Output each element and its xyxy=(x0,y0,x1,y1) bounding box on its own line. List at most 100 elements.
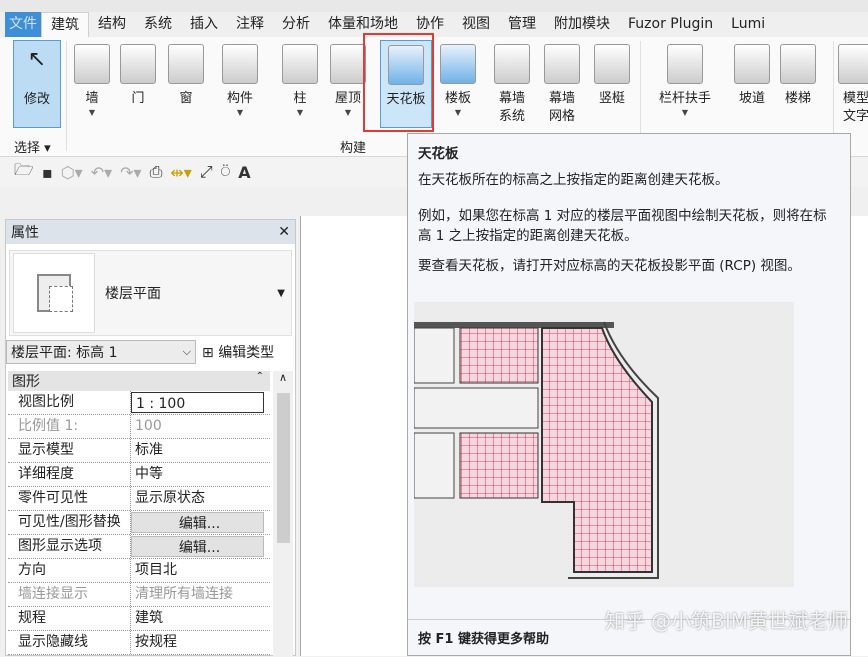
properties-grid: 图形 ⌃ 视图比例 1 : 100 比例值 1: 100 显示模型 标准 详细程度 中等 零件可见… xyxy=(8,371,270,655)
property-name: 可见性/图形替换 xyxy=(8,511,131,534)
ribbon-tab[interactable]: Fuzor Plugin xyxy=(619,12,722,37)
property-value[interactable]: 按规程 xyxy=(131,631,270,654)
type-selector[interactable]: 楼层平面 ▼ xyxy=(9,250,292,336)
modify-button[interactable]: ↖ 修改 xyxy=(13,40,61,128)
undo-icon[interactable]: ↶▾ xyxy=(91,163,112,182)
scroll-thumb[interactable] xyxy=(277,393,290,543)
property-row: 视图比例 1 : 100 xyxy=(8,391,270,415)
redo-icon[interactable]: ↷▾ xyxy=(120,163,141,182)
tool-icon xyxy=(667,44,703,84)
type-name: 楼层平面 xyxy=(105,286,161,302)
tool-button[interactable]: 墙 ▼ xyxy=(70,40,114,130)
tool-label: 楼板 xyxy=(444,91,471,106)
title-bar xyxy=(0,0,868,12)
property-row: 墙连接显示 清理所有墙连接 xyxy=(8,583,270,607)
properties-panel: 属性 ✕ 楼层平面 ▼ 楼层平面: 标高 1 ⌵ ⊞ 编辑类型 图形 ⌃ 视图比例 1… xyxy=(5,219,296,657)
highlight-box xyxy=(363,33,434,132)
tool-button[interactable]: 幕墙 网格 xyxy=(540,40,584,130)
tool-label: 柱 xyxy=(293,91,307,106)
dropdown-arrow-icon: ▼ xyxy=(454,108,462,117)
watermark: 知乎 @小筑BIM黄世斌老师 xyxy=(604,609,848,633)
measure-icon[interactable]: ⇹▾ xyxy=(170,163,191,182)
property-name: 墙连接显示 xyxy=(8,583,131,606)
tool-label: 模型 文字 xyxy=(842,91,868,124)
instance-filter-value: 楼层平面: 标高 1 xyxy=(11,345,118,361)
tool-button[interactable]: 门 xyxy=(116,40,160,130)
ribbon-tab[interactable]: 管理 xyxy=(499,12,545,37)
properties-title: 属性 xyxy=(11,225,39,241)
property-value: 清理所有墙连接 xyxy=(135,586,233,602)
ribbon-tab[interactable]: Lumi xyxy=(722,12,774,37)
tool-label: 构件 xyxy=(226,91,253,106)
ribbon-tab[interactable]: 注释 xyxy=(227,12,273,37)
ribbon-tab[interactable]: 建筑 xyxy=(41,12,89,37)
property-name: 视图比例 xyxy=(8,391,131,414)
open-icon[interactable]: 🗁 xyxy=(14,159,34,186)
tool-button[interactable]: 楼板 ▼ xyxy=(436,40,480,130)
edit-type-button[interactable]: ⊞ 编辑类型 xyxy=(202,342,274,362)
tooltip-title: 天花板 xyxy=(418,146,459,162)
dropdown-arrow-icon: ▼ xyxy=(296,108,304,117)
tool-icon xyxy=(120,44,156,84)
ribbon-tab[interactable]: 附加模块 xyxy=(545,12,619,37)
edit-button[interactable]: 编辑... xyxy=(131,512,264,533)
tag-icon[interactable]: ⍥ xyxy=(221,162,231,182)
tool-button[interactable]: 坡道 xyxy=(730,40,774,130)
tool-button[interactable]: 窗 xyxy=(164,40,208,130)
instance-filter-select[interactable]: 楼层平面: 标高 1 ⌵ xyxy=(6,340,196,364)
dropdown-arrow-icon: ▼ xyxy=(236,108,244,117)
property-name: 显示模型 xyxy=(8,439,131,462)
edit-type-icon: ⊞ xyxy=(202,345,214,361)
print-icon[interactable]: ⎙ xyxy=(150,162,163,182)
ribbon-tab[interactable]: 视图 xyxy=(453,12,499,37)
group-header[interactable]: 图形 ⌃ xyxy=(8,371,270,391)
tool-button[interactable]: 模型 文字 xyxy=(834,40,868,130)
tool-button[interactable]: 构件 ▼ xyxy=(218,40,262,130)
property-value[interactable]: 显示原状态 xyxy=(131,487,270,510)
chevron-down-icon: ⌵ xyxy=(182,345,191,358)
text-icon[interactable]: A xyxy=(238,163,250,182)
close-icon[interactable]: ✕ xyxy=(278,224,290,240)
tool-button[interactable]: 柱 ▼ xyxy=(278,40,322,130)
ribbon-tab[interactable]: 系统 xyxy=(135,12,181,37)
edit-button[interactable]: 编辑... xyxy=(131,536,264,557)
tooltip-description: 在天花板所在的标高之上按指定的距离创建天花板。 xyxy=(418,172,729,188)
tool-label: 墙 xyxy=(85,91,99,106)
ribbon-tab[interactable]: 结构 xyxy=(89,12,135,37)
group-label: 图形 xyxy=(12,374,40,390)
scrollbar[interactable]: ∧ xyxy=(273,371,293,657)
property-row: 方向 项目北 xyxy=(8,559,270,583)
ceiling-illustration xyxy=(413,302,794,587)
sync-icon[interactable]: ⬡▾ xyxy=(61,163,83,182)
tool-button[interactable]: 栏杆扶手 ▼ xyxy=(650,40,720,130)
tool-button[interactable]: 竖梃 xyxy=(590,40,634,130)
tool-button[interactable]: 幕墙 系统 xyxy=(490,40,534,130)
ribbon-tab[interactable]: 分析 xyxy=(273,12,319,37)
panel-select-label[interactable]: 选择 ▾ xyxy=(14,137,51,156)
tool-label: 竖梃 xyxy=(598,91,625,106)
properties-header: 属性 ✕ xyxy=(6,220,295,244)
property-value[interactable]: 标准 xyxy=(131,439,270,462)
tool-label: 坡道 xyxy=(738,91,765,106)
property-row: 可见性/图形替换 编辑... xyxy=(8,511,270,535)
tool-button[interactable]: 楼梯 xyxy=(776,40,820,130)
tool-icon xyxy=(838,44,868,84)
property-row: 规程 建筑 xyxy=(8,607,270,631)
scroll-up-icon[interactable]: ∧ xyxy=(273,371,293,384)
ribbon-tab[interactable]: 文件 xyxy=(5,12,41,37)
property-value[interactable]: 建筑 xyxy=(131,607,270,630)
property-value[interactable]: 1 : 100 xyxy=(131,392,264,413)
property-name: 方向 xyxy=(8,559,131,582)
tool-label: 窗 xyxy=(179,91,193,106)
property-value[interactable]: 项目北 xyxy=(131,559,270,582)
tooltip: 天花板 在天花板所在的标高之上按指定的距离创建天花板。 例如，如果您在标高 1 … xyxy=(407,133,851,656)
property-name: 显示隐藏线 xyxy=(8,631,131,654)
property-row: 图形显示选项 编辑... xyxy=(8,535,270,559)
property-value[interactable]: 中等 xyxy=(131,463,270,486)
ribbon-tab[interactable]: 插入 xyxy=(181,12,227,37)
save-icon[interactable]: ▪ xyxy=(42,163,53,182)
collapse-icon[interactable]: ⌃ xyxy=(256,371,264,391)
tool-label: 门 xyxy=(131,91,145,106)
tool-icon xyxy=(74,44,110,84)
dimension-icon[interactable]: ⤢ xyxy=(200,162,213,182)
